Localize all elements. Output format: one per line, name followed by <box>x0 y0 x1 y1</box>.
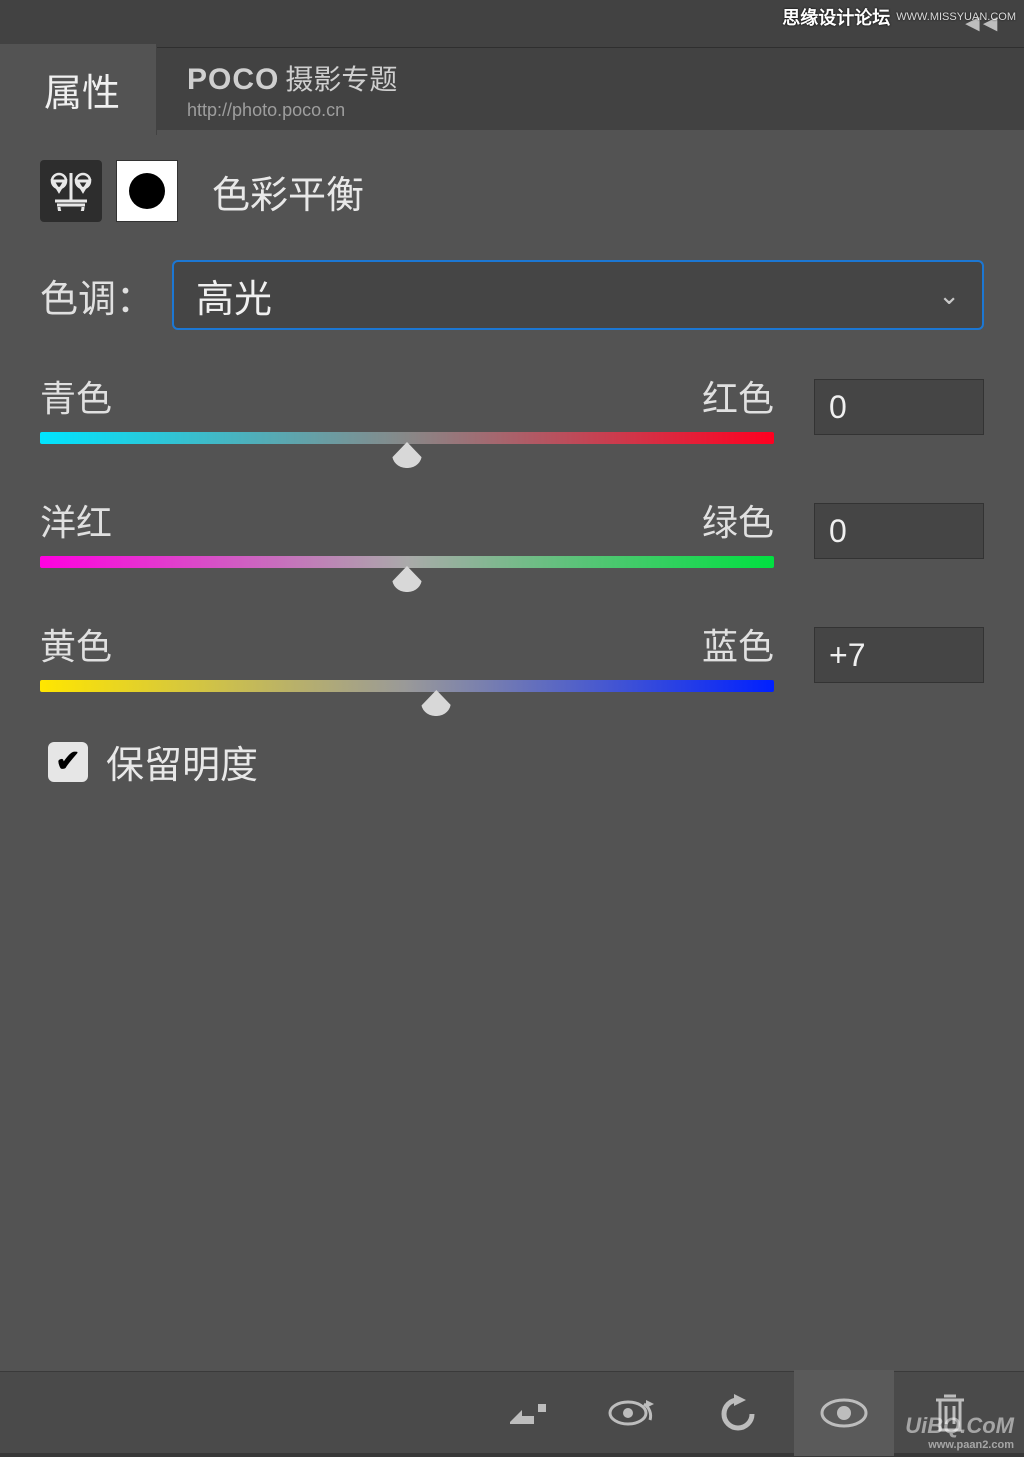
brand-tagline: 摄影专题 <box>285 58 397 98</box>
slider-yellow-blue: 黄色 蓝色 <box>40 618 984 692</box>
tone-selected-value: 高光 <box>196 268 272 323</box>
visibility-button[interactable] <box>794 1370 894 1456</box>
panel-footer <box>0 1371 1024 1457</box>
label-green: 绿色 <box>702 494 774 546</box>
tone-select[interactable]: 高光 ⌄ <box>172 260 984 330</box>
label-magenta: 洋红 <box>40 494 112 546</box>
reset-button[interactable] <box>688 1370 788 1456</box>
input-yellow-blue[interactable] <box>814 627 984 683</box>
view-previous-button[interactable] <box>582 1370 682 1456</box>
tone-label: 色调： <box>40 268 154 323</box>
checkmark-icon: ✔ <box>55 744 80 779</box>
slider-cyan-red: 青色 红色 <box>40 370 984 444</box>
brand-block: POCO 摄影专题 http://photo.poco.cn <box>187 58 397 121</box>
input-cyan-red[interactable] <box>814 379 984 435</box>
preserve-luminosity-label: 保留明度 <box>106 734 258 789</box>
adjustment-title: 色彩平衡 <box>212 164 364 219</box>
tab-bar: 属性 POCO 摄影专题 http://photo.poco.cn <box>0 48 1024 130</box>
tone-row: 色调： 高光 ⌄ <box>0 232 1024 330</box>
watermark-top: 思缘设计论坛 WWW.MISSYUAN.COM <box>782 4 1016 30</box>
sliders-group: 青色 红色 洋红 绿色 <box>0 330 1024 692</box>
tab-properties[interactable]: 属性 <box>0 44 157 135</box>
label-blue: 蓝色 <box>702 618 774 670</box>
brand-url: http://photo.poco.cn <box>187 100 397 121</box>
slider-magenta-green: 洋红 绿色 <box>40 494 984 568</box>
label-cyan: 青色 <box>40 370 112 422</box>
track-yellow-blue[interactable] <box>40 680 774 692</box>
track-cyan-red[interactable] <box>40 432 774 444</box>
clip-to-layer-button[interactable] <box>476 1370 576 1456</box>
input-magenta-green[interactable] <box>814 503 984 559</box>
chevron-down-icon: ⌄ <box>938 280 960 311</box>
mask-dot <box>129 173 165 209</box>
layer-mask-icon[interactable] <box>116 160 178 222</box>
track-magenta-green[interactable] <box>40 556 774 568</box>
label-red: 红色 <box>702 370 774 422</box>
color-balance-icon <box>40 160 102 222</box>
preserve-luminosity-row: ✔ 保留明度 <box>8 734 1024 789</box>
adjustment-header: 色彩平衡 <box>0 130 1024 232</box>
watermark-bottom: UiBQ.CoM www.paan2.com <box>905 1413 1014 1451</box>
brand-logo: POCO <box>187 63 279 97</box>
preserve-luminosity-checkbox[interactable]: ✔ <box>48 742 88 782</box>
label-yellow: 黄色 <box>40 618 112 670</box>
